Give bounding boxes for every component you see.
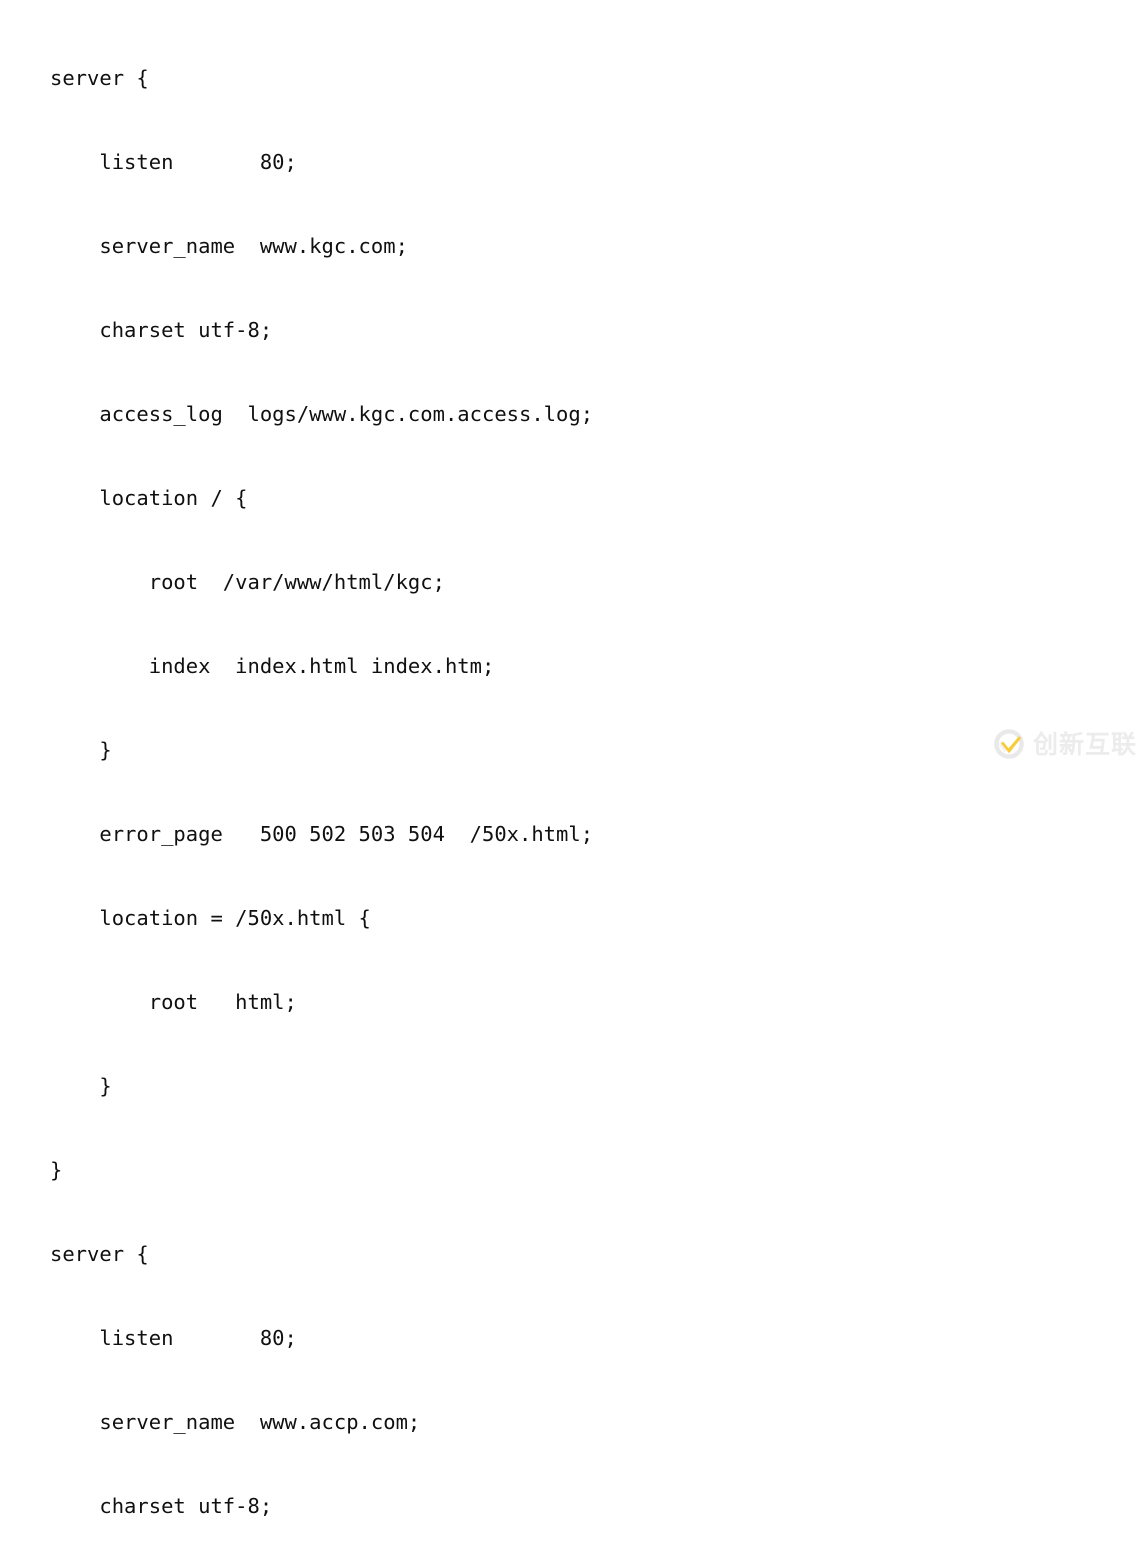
code-line: listen 80; xyxy=(50,1326,297,1350)
code-line: server { xyxy=(50,1242,149,1266)
watermark: 创新互联 xyxy=(992,727,1137,761)
watermark-text: 创新互联 xyxy=(1032,729,1137,759)
code-line: server_name www.accp.com; xyxy=(50,1410,421,1434)
code-line: root html; xyxy=(50,990,297,1014)
text-editor-canvas[interactable]: server { listen 80; server_name www.kgc.… xyxy=(0,0,1145,1518)
code-line: charset utf-8; xyxy=(50,318,273,342)
code-line: listen 80; xyxy=(50,150,297,174)
code-line: error_page 500 502 503 504 /50x.html; xyxy=(50,822,594,846)
code-line: server { xyxy=(50,66,149,90)
circle-check-logo-icon xyxy=(992,727,1026,761)
code-line: root /var/www/html/kgc; xyxy=(50,570,445,594)
code-line: location / { xyxy=(50,486,248,510)
code-line: charset utf-8; xyxy=(50,1494,273,1518)
code-line: } xyxy=(50,1074,112,1098)
code-line: server_name www.kgc.com; xyxy=(50,234,408,258)
code-line: location = /50x.html { xyxy=(50,906,371,930)
code-line: } xyxy=(50,738,112,762)
code-line: } xyxy=(50,1158,63,1182)
code-line: index index.html index.htm; xyxy=(50,654,495,678)
code-content[interactable]: server { listen 80; server_name www.kgc.… xyxy=(50,8,605,1542)
code-line: access_log logs/www.kgc.com.access.log; xyxy=(50,402,594,426)
